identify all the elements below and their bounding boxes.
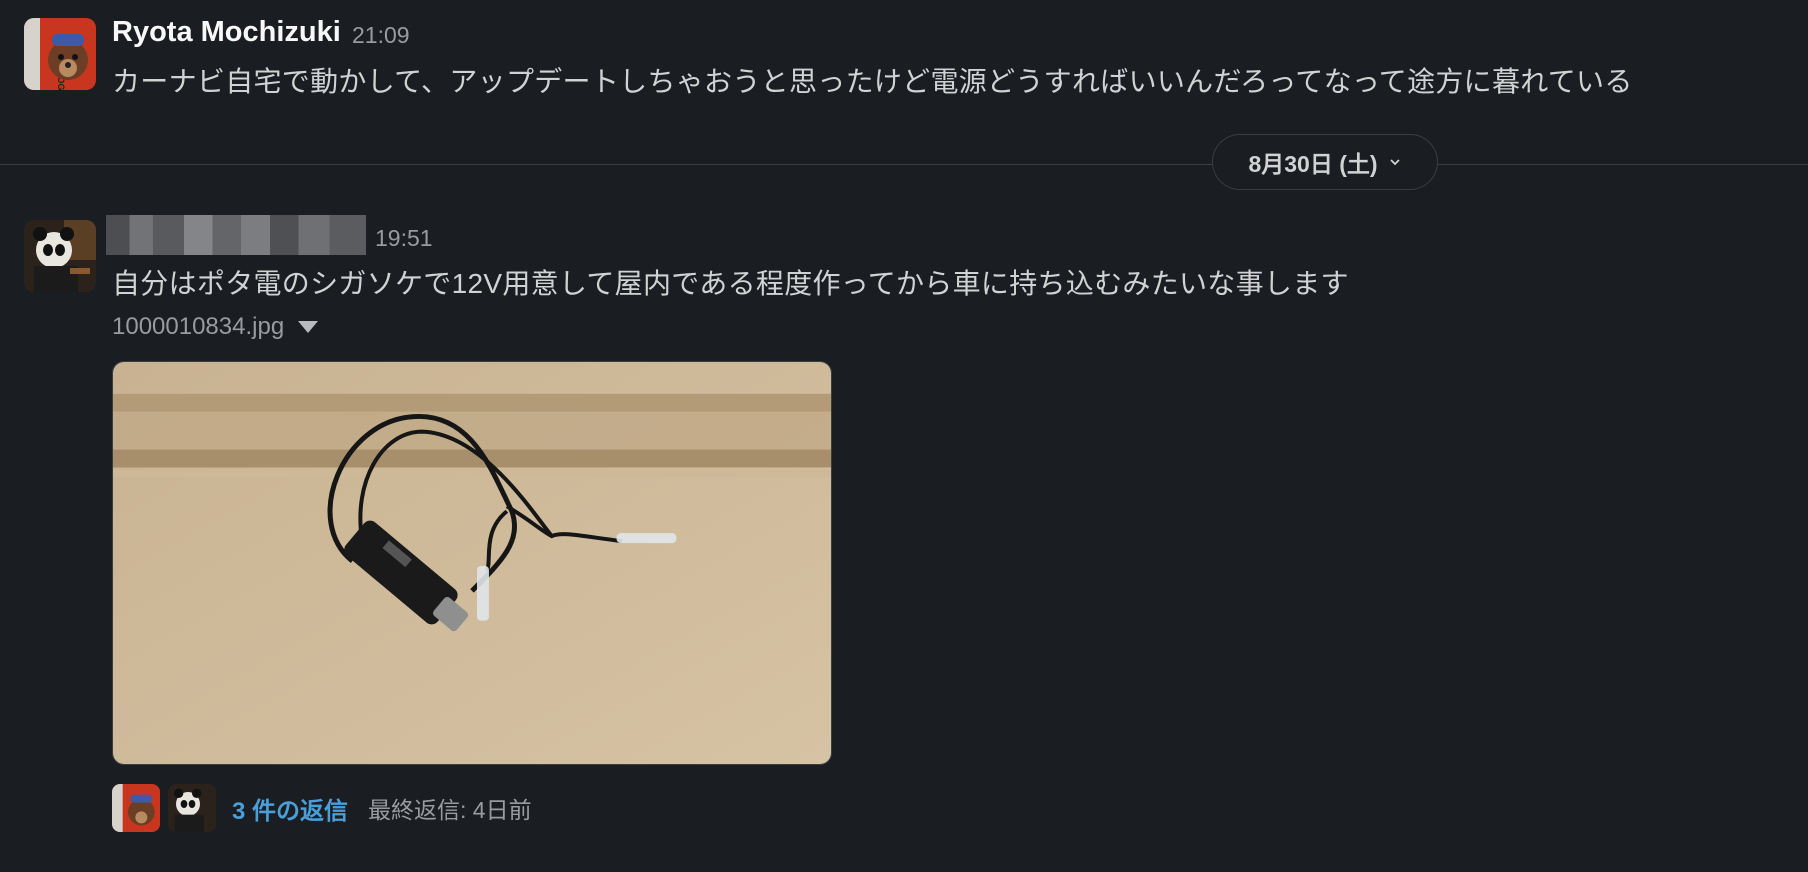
redacted-sender-name — [106, 215, 366, 255]
dog-avatar-image — [112, 784, 160, 832]
panda-avatar-image — [24, 220, 96, 292]
thread-reply-count[interactable]: 3 件の返信 — [232, 791, 348, 826]
sender-name[interactable]: Ryota Mochizuki — [112, 16, 341, 49]
thread-avatar-user2 — [168, 784, 216, 832]
attachment-filename[interactable]: 1000010834.jpg — [112, 313, 284, 341]
dog-avatar-image: JOLIDOG — [24, 18, 96, 90]
attachment-image[interactable] — [112, 361, 832, 765]
date-label: 8月30日 (土) — [1248, 151, 1378, 177]
message-timestamp[interactable]: 21:09 — [352, 22, 410, 49]
avatar-ryota[interactable]: JOLIDOG — [24, 18, 96, 90]
date-divider-button[interactable]: 8月30日 (土) — [1212, 134, 1438, 190]
avatar-user2[interactable] — [24, 220, 96, 292]
message-ryota: JOLIDOG Ryota Mochizuki 21:09 カーナビ自宅で動かし… — [0, 0, 1808, 130]
message-timestamp[interactable]: 19:51 — [375, 225, 433, 252]
date-divider-line — [0, 164, 1808, 165]
panda-avatar-image — [168, 784, 216, 832]
chevron-down-icon — [1389, 159, 1400, 166]
message-text: 自分はポタ電のシガソケで12V用意して屋内である程度作ってから車に持ち込むみたい… — [112, 268, 1349, 299]
message-text: カーナビ自宅で動かして、アップデートしちゃおうと思ったけど電源どうすればいいんだ… — [112, 66, 1633, 97]
thread-last-reply: 最終返信: 4日前 — [368, 797, 532, 823]
caret-down-icon[interactable] — [298, 321, 319, 333]
cigarette-lighter-cable-photo — [113, 362, 831, 764]
attachment-header: 1000010834.jpg — [112, 313, 319, 341]
thread-avatar-ryota — [112, 784, 160, 832]
thread-summary[interactable]: 3 件の返信 最終返信: 4日前 — [112, 784, 532, 832]
